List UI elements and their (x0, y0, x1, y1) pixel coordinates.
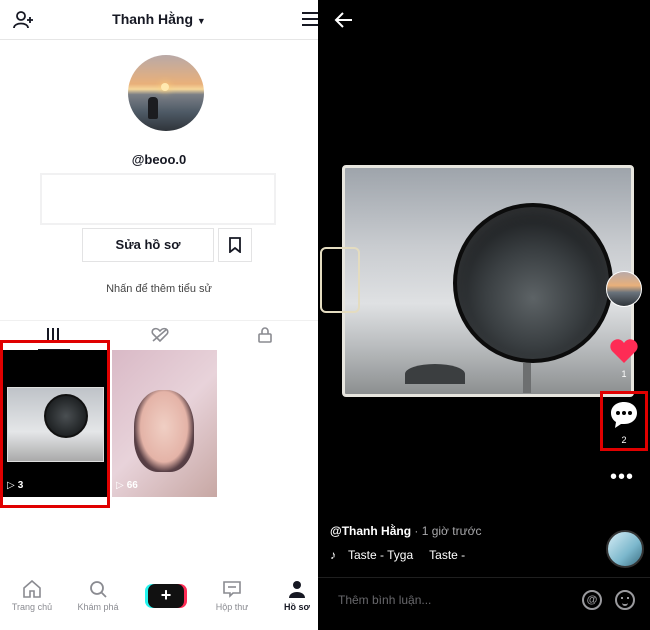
menu-icon[interactable] (302, 12, 318, 26)
more-options-icon[interactable]: ••• (610, 467, 634, 487)
username: @beoo.0 (131, 152, 187, 167)
video-thumbnail[interactable]: 66 (112, 350, 217, 497)
tab-liked[interactable] (106, 321, 212, 351)
bio-box[interactable] (40, 173, 276, 225)
back-arrow-icon[interactable] (334, 10, 354, 30)
highlight-box (0, 340, 110, 508)
mirror-image (453, 203, 613, 363)
grid-icon (47, 328, 59, 340)
author-line: @Thanh Hằng · 1 giờ trước (330, 524, 481, 538)
display-name: Thanh Hằng (112, 11, 194, 27)
person-icon (289, 581, 305, 598)
profile-header: Thanh Hằng ▼ (0, 0, 318, 40)
account-switcher[interactable]: Thanh Hằng ▼ (0, 11, 318, 27)
author-avatar[interactable] (606, 271, 642, 307)
heart-icon[interactable] (609, 337, 639, 365)
nav-inbox[interactable]: Hộp thư (200, 580, 264, 612)
search-icon (90, 581, 107, 598)
create-button[interactable]: + (148, 584, 184, 608)
nav-home-label: Trang chủ (11, 602, 53, 612)
music-title: Taste - Tyga (348, 548, 414, 562)
like-count: 1 (621, 369, 627, 379)
music-title-repeat: Taste - (429, 548, 466, 562)
mention-icon[interactable]: @ (582, 590, 602, 610)
side-frame (320, 247, 360, 313)
play-count: 66 (116, 480, 138, 491)
comment-bar: Thêm bình luận... @ (318, 577, 650, 630)
video-player: 1 2 ••• @Thanh Hằng · 1 giờ trước ♪ Taste… (318, 0, 650, 630)
bookmark-icon (229, 237, 241, 253)
video-frame[interactable] (342, 165, 634, 397)
comment-input[interactable]: Thêm bình luận... (338, 593, 431, 607)
home-icon (23, 580, 41, 598)
emoji-icon[interactable] (615, 590, 635, 610)
nav-home[interactable]: Trang chủ (0, 580, 64, 612)
nav-discover[interactable]: Khám phá (66, 580, 130, 612)
music-note-icon: ♪ (330, 548, 336, 562)
bio-hint[interactable]: Nhấn để thêm tiểu sử (0, 283, 318, 295)
profile-screen: Thanh Hằng ▼ @beoo.0 Sửa hồ sơ Nhấn để t… (0, 0, 318, 630)
thumbnail-image (134, 390, 194, 472)
favorites-button[interactable] (218, 228, 252, 262)
nav-profile-label: Hồ sơ (284, 602, 310, 612)
hidden-heart-icon (151, 327, 169, 343)
mirror-pole (523, 363, 531, 393)
nav-inbox-label: Hộp thư (215, 602, 249, 612)
avatar[interactable] (128, 55, 204, 131)
edit-profile-button[interactable]: Sửa hồ sơ (82, 228, 214, 262)
nav-discover-label: Khám phá (77, 602, 119, 612)
author-name[interactable]: @Thanh Hằng (330, 524, 411, 538)
post-time: · 1 giờ trước (411, 524, 482, 538)
music-line[interactable]: ♪ Taste - Tyga Taste - (330, 548, 465, 562)
lock-icon (258, 327, 272, 343)
inbox-icon (223, 581, 241, 598)
highlight-box (600, 391, 648, 451)
trees (405, 364, 465, 384)
caret-down-icon: ▼ (196, 16, 206, 26)
tab-private[interactable] (212, 321, 318, 351)
music-disc[interactable] (606, 530, 644, 568)
